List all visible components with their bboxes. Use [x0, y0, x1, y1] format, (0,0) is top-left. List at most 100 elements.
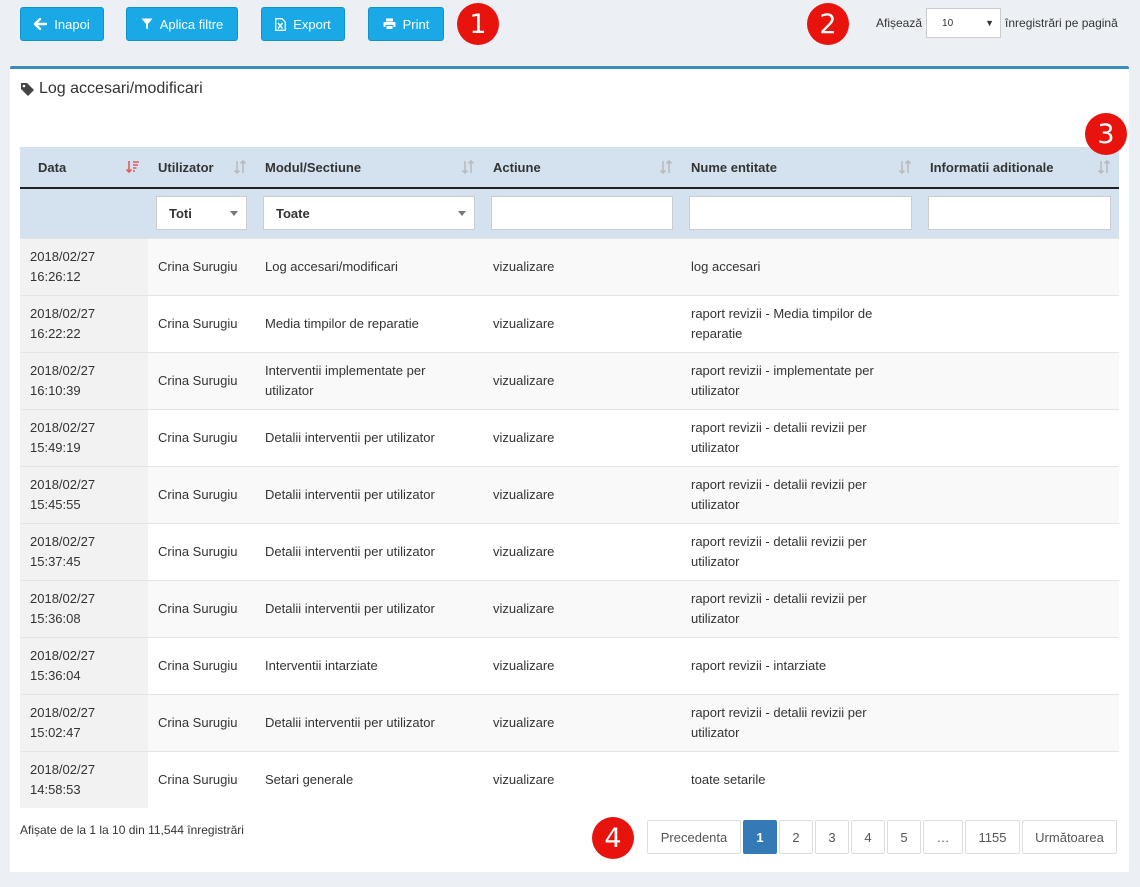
- cell-entity: raport revizii - implementate per utiliz…: [681, 351, 920, 409]
- col-header-module-label: Modul/Sectiune: [265, 159, 362, 175]
- table-header-row: Data Utilizator Modul/Sectiune Actiune N…: [20, 147, 1119, 189]
- cell-module: Detalii interventii per utilizator: [255, 465, 483, 523]
- page-length-select[interactable]: 10 ▼: [926, 8, 1002, 38]
- marker-3: 3: [1085, 113, 1127, 155]
- table-row: 2018/02/27 14:58:53 Crina Surugiu Setari ge…: [20, 750, 1119, 808]
- col-header-user[interactable]: Utilizator: [148, 147, 255, 189]
- print-button-label: Print: [402, 16, 430, 32]
- cell-extra-info: [920, 636, 1119, 694]
- back-button-label: Inapoi: [54, 16, 90, 32]
- sort-both-icon: [659, 160, 673, 174]
- cell-entity: raport revizii - detalii revizii per uti…: [681, 579, 920, 637]
- cell-date: 2018/02/27 15:45:55: [20, 465, 148, 523]
- sort-both-icon: [233, 160, 247, 174]
- back-button[interactable]: Inapoi: [20, 7, 104, 41]
- caret-down-icon: [458, 210, 466, 216]
- table-body: 2018/02/27 16:26:12 Crina Surugiu Log acces…: [20, 237, 1119, 808]
- cell-entity: raport revizii - intarziate: [681, 636, 920, 694]
- extra-info-filter-input[interactable]: [928, 196, 1111, 231]
- cell-entity: raport revizii - detalii revizii per uti…: [681, 693, 920, 751]
- filter-row: Toti Toate: [20, 188, 1119, 238]
- marker-2: 2: [807, 3, 849, 45]
- cell-user: Crina Surugiu: [148, 294, 255, 352]
- col-header-extra-info-label: Informatii aditionale: [930, 159, 1054, 175]
- marker-1: 1: [457, 3, 499, 45]
- cell-module: Interventii implementate per utilizator: [255, 351, 483, 409]
- cell-module: Detalii interventii per utilizator: [255, 408, 483, 466]
- apply-filters-button[interactable]: Aplica filtre: [126, 7, 238, 41]
- cell-module: Log accesari/modificari: [255, 237, 483, 295]
- cell-date: 2018/02/27 15:36:08: [20, 579, 148, 637]
- cell-action: vizualizare: [483, 408, 681, 466]
- export-button[interactable]: Export: [261, 7, 345, 41]
- col-header-action[interactable]: Actiune: [483, 147, 681, 189]
- cell-module: Setari generale: [255, 750, 483, 808]
- pagination-prev[interactable]: Precedenta: [647, 820, 741, 854]
- cell-user: Crina Surugiu: [148, 237, 255, 295]
- cell-user: Crina Surugiu: [148, 579, 255, 637]
- export-button-label: Export: [293, 16, 331, 32]
- sort-desc-icon: [126, 161, 139, 174]
- col-header-module[interactable]: Modul/Sectiune: [255, 147, 483, 189]
- user-filter-value: Toti: [169, 205, 192, 221]
- cell-module: Detalii interventii per utilizator: [255, 579, 483, 637]
- cell-module: Interventii intarziate: [255, 636, 483, 694]
- cell-extra-info: [920, 522, 1119, 580]
- col-header-entity-label: Nume entitate: [691, 159, 777, 175]
- col-header-entity[interactable]: Nume entitate: [681, 147, 920, 189]
- table-row: 2018/02/27 15:02:47 Crina Surugiu Detalii i…: [20, 693, 1119, 751]
- cell-extra-info: [920, 465, 1119, 523]
- filter-icon: [141, 18, 153, 30]
- table-row: 2018/02/27 15:49:19 Crina Surugiu Detalii i…: [20, 408, 1119, 466]
- panel-title: Log accesari/modificari: [20, 80, 203, 98]
- cell-entity: raport revizii - Media timpilor de repar…: [681, 294, 920, 352]
- cell-date: 2018/02/27 15:37:45: [20, 522, 148, 580]
- user-filter-select[interactable]: Toti: [156, 196, 247, 231]
- page-length-control: Afișează 10 ▼ înregistrări pe pagină: [876, 8, 1118, 38]
- page-length-prefix: Afișează: [876, 16, 923, 30]
- print-button[interactable]: Print: [368, 7, 444, 41]
- page-length-value: 10: [942, 17, 954, 29]
- action-filter-input[interactable]: [491, 196, 673, 231]
- col-header-date[interactable]: Data: [20, 147, 148, 189]
- pagination-ellipsis: …: [923, 820, 963, 854]
- cell-entity: raport revizii - detalii revizii per uti…: [681, 408, 920, 466]
- cell-action: vizualizare: [483, 294, 681, 352]
- table-row: 2018/02/27 15:37:45 Crina Surugiu Detalii i…: [20, 522, 1119, 580]
- tag-icon: [21, 82, 34, 96]
- cell-extra-info: [920, 237, 1119, 295]
- cell-extra-info: [920, 693, 1119, 751]
- entity-filter-input[interactable]: [689, 196, 912, 231]
- cell-module: Detalii interventii per utilizator: [255, 522, 483, 580]
- cell-module: Detalii interventii per utilizator: [255, 693, 483, 751]
- cell-extra-info: [920, 579, 1119, 637]
- page-length-suffix: înregistrări pe pagină: [1005, 16, 1118, 30]
- pagination-page-3[interactable]: 3: [815, 820, 849, 854]
- cell-extra-info: [920, 351, 1119, 409]
- pagination-next[interactable]: Următoarea: [1022, 820, 1117, 854]
- pagination-page-2[interactable]: 2: [779, 820, 813, 854]
- cell-user: Crina Surugiu: [148, 636, 255, 694]
- sort-both-icon: [898, 160, 912, 174]
- col-header-extra-info[interactable]: Informatii aditionale: [920, 147, 1119, 189]
- cell-user: Crina Surugiu: [148, 351, 255, 409]
- cell-date: 2018/02/27 16:10:39: [20, 351, 148, 409]
- pagination: Precedenta 1 2 3 4 5 … 1155 Următoarea: [647, 820, 1119, 854]
- cell-extra-info: [920, 294, 1119, 352]
- pagination-page-1[interactable]: 1: [743, 820, 777, 854]
- cell-action: vizualizare: [483, 693, 681, 751]
- apply-filters-label: Aplica filtre: [159, 16, 224, 32]
- pagination-page-last[interactable]: 1155: [965, 820, 1020, 854]
- arrow-left-icon: [34, 18, 48, 30]
- cell-action: vizualizare: [483, 237, 681, 295]
- table-row: 2018/02/27 15:36:08 Crina Surugiu Detalii i…: [20, 579, 1119, 637]
- col-header-action-label: Actiune: [493, 159, 541, 175]
- cell-action: vizualizare: [483, 636, 681, 694]
- module-filter-select[interactable]: Toate: [263, 196, 475, 231]
- pagination-page-5[interactable]: 5: [887, 820, 921, 854]
- sort-both-icon: [461, 160, 475, 174]
- log-table: Data Utilizator Modul/Sectiune Actiune N…: [20, 147, 1119, 808]
- pagination-page-4[interactable]: 4: [851, 820, 885, 854]
- marker-4: 4: [592, 817, 634, 859]
- cell-user: Crina Surugiu: [148, 750, 255, 808]
